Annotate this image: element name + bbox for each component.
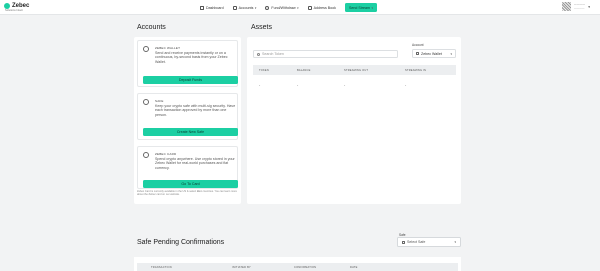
nav-accounts-label: Accounts <box>238 5 254 10</box>
search-placeholder: Search Token <box>262 52 284 56</box>
column-header: STREAMING OUT <box>344 68 369 72</box>
pending-confirmations-heading: Safe Pending Confirmations <box>137 239 225 246</box>
address-book-icon <box>307 5 312 10</box>
table-cell: - <box>344 83 346 87</box>
nav-address-book[interactable]: Address Book <box>307 3 336 12</box>
account-select-label: Account <box>412 43 424 47</box>
table-cell: - <box>405 83 407 87</box>
chevron-down-icon: ▾ <box>371 5 373 10</box>
nav-address-book-label: Address Book <box>313 5 336 10</box>
column-header: STREAMING IN <box>405 68 427 72</box>
card-availability-note: Zebec Card is currently available in the… <box>137 190 237 197</box>
user-address: ———— <box>574 7 585 10</box>
credit-card-icon <box>143 152 149 158</box>
chevron-down-icon: ▾ <box>588 4 590 9</box>
deposit-funds-button[interactable]: Deposit Funds <box>143 76 238 84</box>
nav-accounts[interactable]: Accounts ▾ <box>232 3 257 12</box>
assets-heading: Assets <box>251 24 273 31</box>
assets-panel: Search Token Account Zebec Wallet ▾ TOKE… <box>247 37 461 204</box>
wallet-icon <box>416 52 419 55</box>
card-title: ZEBEC CARD <box>155 152 177 156</box>
card-description: Spend crypto anywhere. Use crypto stored… <box>155 157 235 170</box>
safe-select[interactable]: Select Safe ▾ <box>397 237 461 247</box>
column-header: TRANSACTION <box>151 265 172 269</box>
wallet-icon <box>232 5 237 10</box>
nav-fund-withdraw[interactable]: Fund/Withdraw ▾ <box>265 3 299 12</box>
go-to-card-button[interactable]: Go To Card <box>143 180 238 188</box>
account-select[interactable]: Zebec Wallet ▾ <box>412 49 456 58</box>
user-name: ———— <box>574 3 586 6</box>
accounts-heading: Accounts <box>137 24 166 31</box>
pending-table-header: TRANSACTION INITIATED BY CONFIRMATION DA… <box>137 263 458 271</box>
create-new-safe-button[interactable]: Create New Safe <box>143 128 238 136</box>
send-stream-label: Send Stream <box>348 5 370 10</box>
pending-confirmations-panel: TRANSACTION INITIATED BY CONFIRMATION DA… <box>134 257 461 271</box>
card-description: Send and receive payments instantly or o… <box>155 51 228 64</box>
search-token-input[interactable]: Search Token <box>253 50 398 58</box>
table-cell: - <box>259 83 261 87</box>
nav-fund-withdraw-label: Fund/Withdraw <box>271 5 296 10</box>
column-header: CONFIRMATION <box>294 265 317 269</box>
main-nav: Dashboard Accounts ▾ Fund/Withdraw ▾ Add… <box>200 3 377 12</box>
safe-card: SAFE Keep your crypto safe with multi-si… <box>137 93 238 140</box>
column-header: DATE <box>350 265 358 269</box>
transfer-icon <box>265 5 270 10</box>
table-cell: - <box>297 83 299 87</box>
avatar <box>562 2 572 11</box>
top-nav-bar: Zebec Solutions Intact Dashboard Account… <box>0 0 600 15</box>
accounts-panel: ZEBEC WALLET Send and receive payments i… <box>134 37 241 204</box>
account-select-value: Zebec Wallet <box>421 51 442 56</box>
zebec-card-card: ZEBEC CARD Spend crypto anywhere. Use cr… <box>137 146 238 189</box>
wallet-icon <box>143 46 149 52</box>
brand-tagline: Solutions Intact <box>5 9 23 12</box>
search-icon <box>257 52 260 56</box>
safe-icon <box>143 99 149 105</box>
nav-dashboard-label: Dashboard <box>206 5 224 10</box>
assets-table-header: TOKEN BALANCE STREAMING OUT STREAMING IN <box>253 65 456 75</box>
card-title: SAFE <box>155 99 164 103</box>
chevron-down-icon: ▾ <box>297 5 299 10</box>
column-header: TOKEN <box>259 68 269 72</box>
user-menu[interactable]: ———— ———— ▾ <box>562 2 590 11</box>
card-title: ZEBEC WALLET <box>155 46 181 50</box>
column-header: BALANCE <box>297 68 311 72</box>
chevron-down-icon: ▾ <box>454 240 456 244</box>
chevron-down-icon: ▾ <box>450 51 452 56</box>
dashboard-icon <box>200 5 204 10</box>
card-description: Keep your crypto safe with multi-sig sec… <box>155 104 236 117</box>
send-stream-button[interactable]: Send Stream ▾ <box>344 3 377 12</box>
column-header: INITIATED BY <box>232 265 251 269</box>
safe-icon <box>402 240 405 244</box>
safe-select-placeholder: Select Safe <box>407 240 426 244</box>
chevron-down-icon: ▾ <box>254 5 257 10</box>
nav-dashboard[interactable]: Dashboard <box>200 3 224 12</box>
zebec-wallet-card: ZEBEC WALLET Send and receive payments i… <box>137 40 238 87</box>
